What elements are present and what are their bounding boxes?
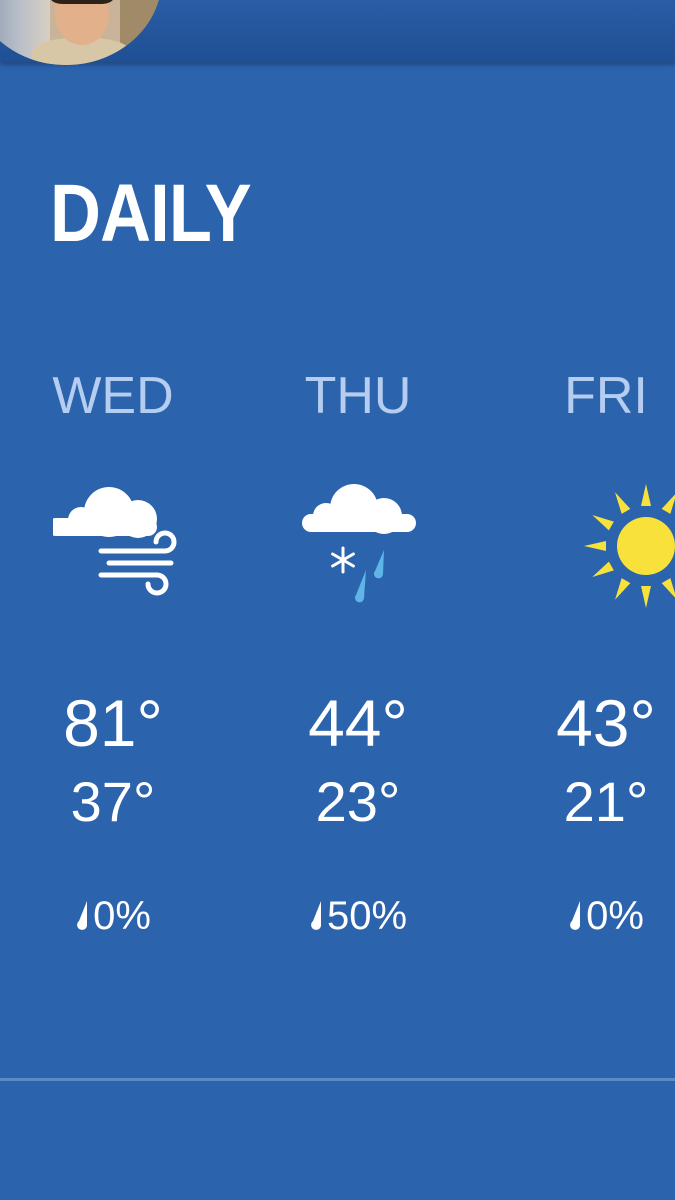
low-temp: 23° — [315, 770, 401, 833]
low-temp: 21° — [563, 770, 649, 833]
low-temp: 37° — [70, 770, 156, 833]
top-app-bar — [0, 0, 675, 65]
divider — [0, 1078, 675, 1081]
day-name: WED — [52, 367, 174, 425]
section-title: DAILY — [50, 168, 252, 259]
cloud-wind-icon — [53, 487, 177, 596]
precip-value: 50% — [326, 894, 408, 938]
user-avatar[interactable] — [0, 0, 162, 65]
precip-value: 0% — [93, 894, 151, 938]
raindrop-icon — [311, 901, 321, 930]
sun-icon — [584, 484, 675, 608]
forecast-day-fri[interactable]: FRI 43° 21° 0% — [506, 360, 675, 960]
forecast-day-wed[interactable]: WED 81° 37° 0% — [13, 360, 213, 960]
high-temp: 44° — [308, 686, 408, 760]
precip-chance: 50% — [258, 892, 458, 940]
cloud-snow-rain-icon — [302, 484, 416, 603]
high-temp: 81° — [63, 686, 163, 760]
high-temp: 43° — [556, 686, 656, 760]
day-name: THU — [304, 367, 412, 425]
forecast-day-thu[interactable]: THU 44° 23° 50% — [258, 360, 458, 960]
raindrop-icon — [570, 901, 581, 930]
precip-value: 0% — [586, 894, 644, 938]
precip-chance: 0% — [13, 892, 213, 940]
raindrop-icon — [77, 901, 88, 930]
day-name: FRI — [564, 367, 648, 425]
precip-chance: 0% — [506, 892, 675, 940]
